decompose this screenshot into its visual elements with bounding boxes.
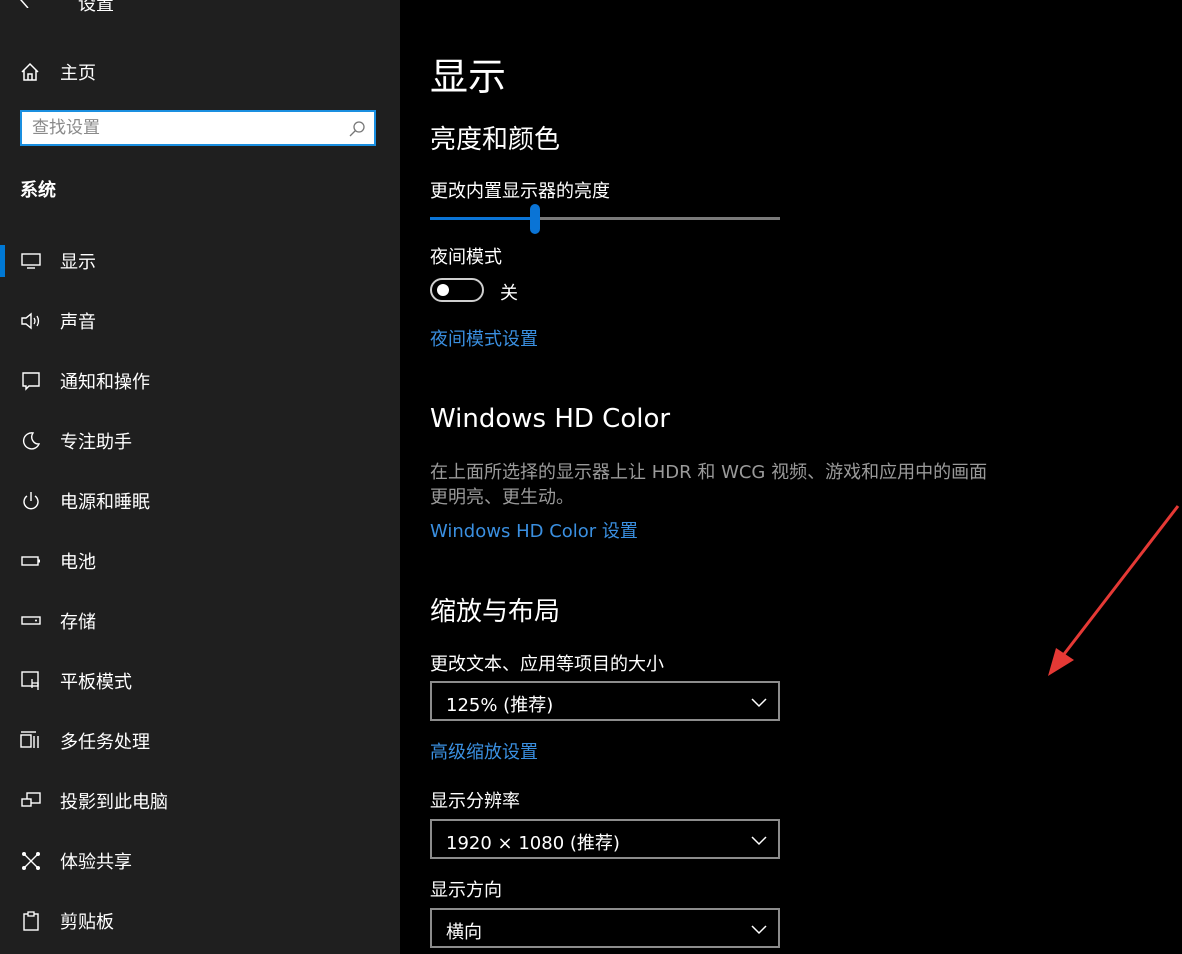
search-box[interactable] xyxy=(20,110,376,146)
sidebar-item[interactable]: 体验共享 xyxy=(0,839,400,883)
main-content: 显示 亮度和颜色 更改内置显示器的亮度 夜间模式 关 夜间模式设置 Window… xyxy=(400,0,1182,954)
sidebar-item-label: 存储 xyxy=(60,612,96,633)
clipboard-icon xyxy=(20,910,42,932)
resolution-label: 显示分辨率 xyxy=(430,791,520,812)
scale-size-dropdown[interactable]: 125% (推荐) xyxy=(430,681,780,721)
back-arrow-icon[interactable] xyxy=(18,0,32,8)
scale-heading: 缩放与布局 xyxy=(430,597,561,627)
chevron-down-icon xyxy=(751,698,767,708)
storage-icon xyxy=(20,610,42,632)
app-title: 设置 xyxy=(78,0,114,15)
sidebar-item[interactable]: 多任务处理 xyxy=(0,719,400,763)
tablet-icon xyxy=(20,670,42,692)
scale-size-label: 更改文本、应用等项目的大小 xyxy=(430,654,664,675)
home-nav-item[interactable]: 主页 xyxy=(20,58,96,86)
toggle-knob xyxy=(437,284,449,296)
sidebar-item-label: 电池 xyxy=(60,552,96,573)
night-light-state: 关 xyxy=(500,283,518,304)
search-icon[interactable] xyxy=(348,120,366,138)
chevron-down-icon xyxy=(751,836,767,846)
night-light-settings-link[interactable]: 夜间模式设置 xyxy=(430,325,538,351)
sidebar-item[interactable]: 投影到此电脑 xyxy=(0,779,400,823)
hdr-description: 在上面所选择的显示器上让 HDR 和 WCG 视频、游戏和应用中的画面更明亮、更… xyxy=(430,462,988,508)
home-label: 主页 xyxy=(60,63,96,84)
multitask-icon xyxy=(20,730,42,752)
sidebar-item[interactable]: 声音 xyxy=(0,299,400,343)
orientation-label: 显示方向 xyxy=(430,880,502,901)
orientation-dropdown[interactable]: 横向 xyxy=(430,908,780,948)
page-title: 显示 xyxy=(430,55,507,99)
sidebar-item[interactable]: 电池 xyxy=(0,539,400,583)
orientation-value: 横向 xyxy=(446,922,482,943)
brightness-slider-label: 更改内置显示器的亮度 xyxy=(430,181,610,202)
hdr-settings-link[interactable]: Windows HD Color 设置 xyxy=(430,517,638,543)
sidebar-item-label: 平板模式 xyxy=(60,672,132,693)
home-icon xyxy=(21,62,39,81)
night-light-label: 夜间模式 xyxy=(430,247,502,268)
resolution-dropdown[interactable]: 1920 × 1080 (推荐) xyxy=(430,819,780,859)
sidebar-item[interactable]: 通知和操作 xyxy=(0,359,400,403)
project-icon xyxy=(20,790,42,812)
monitor-icon xyxy=(20,250,42,272)
brightness-heading: 亮度和颜色 xyxy=(430,125,561,155)
sidebar-item[interactable]: 存储 xyxy=(0,599,400,643)
sidebar-item[interactable]: 电源和睡眠 xyxy=(0,479,400,523)
scale-size-value: 125% (推荐) xyxy=(446,695,554,716)
annotation-arrow-icon xyxy=(1048,505,1180,676)
search-input[interactable] xyxy=(32,116,332,140)
moon-icon xyxy=(20,430,42,452)
sidebar-item[interactable]: 平板模式 xyxy=(0,659,400,703)
speaker-icon xyxy=(20,310,42,332)
sidebar-item-label: 专注助手 xyxy=(60,432,132,453)
sidebar-item-label: 显示 xyxy=(60,252,96,273)
notification-icon xyxy=(20,370,42,392)
power-icon xyxy=(20,490,42,512)
resolution-value: 1920 × 1080 (推荐) xyxy=(446,833,620,854)
sidebar-item-label: 投影到此电脑 xyxy=(60,792,168,813)
sidebar-item-label: 体验共享 xyxy=(60,852,132,873)
sidebar-item[interactable]: 显示 xyxy=(0,239,400,283)
brightness-slider-fill xyxy=(430,217,535,220)
battery-icon xyxy=(20,550,42,572)
advanced-scaling-link[interactable]: 高级缩放设置 xyxy=(430,738,538,764)
sidebar: 设置 主页 系统 显示声音通知和操作专注助手电源和睡眠电池存储平板模式多任务处理… xyxy=(0,0,400,954)
share-icon xyxy=(20,850,42,872)
sidebar-item[interactable]: 专注助手 xyxy=(0,419,400,463)
sidebar-item-label: 多任务处理 xyxy=(60,732,150,753)
sidebar-item-label: 通知和操作 xyxy=(60,372,150,393)
sidebar-item-label: 声音 xyxy=(60,312,96,333)
night-light-toggle[interactable] xyxy=(430,278,484,302)
sidebar-item-label: 剪贴板 xyxy=(60,912,114,933)
section-label: 系统 xyxy=(20,180,56,201)
selected-indicator xyxy=(0,245,5,277)
sidebar-item[interactable]: 剪贴板 xyxy=(0,899,400,943)
hdr-heading: Windows HD Color xyxy=(430,404,671,434)
sidebar-item-label: 电源和睡眠 xyxy=(60,492,150,513)
chevron-down-icon xyxy=(751,925,767,935)
brightness-slider-thumb[interactable] xyxy=(530,204,540,234)
